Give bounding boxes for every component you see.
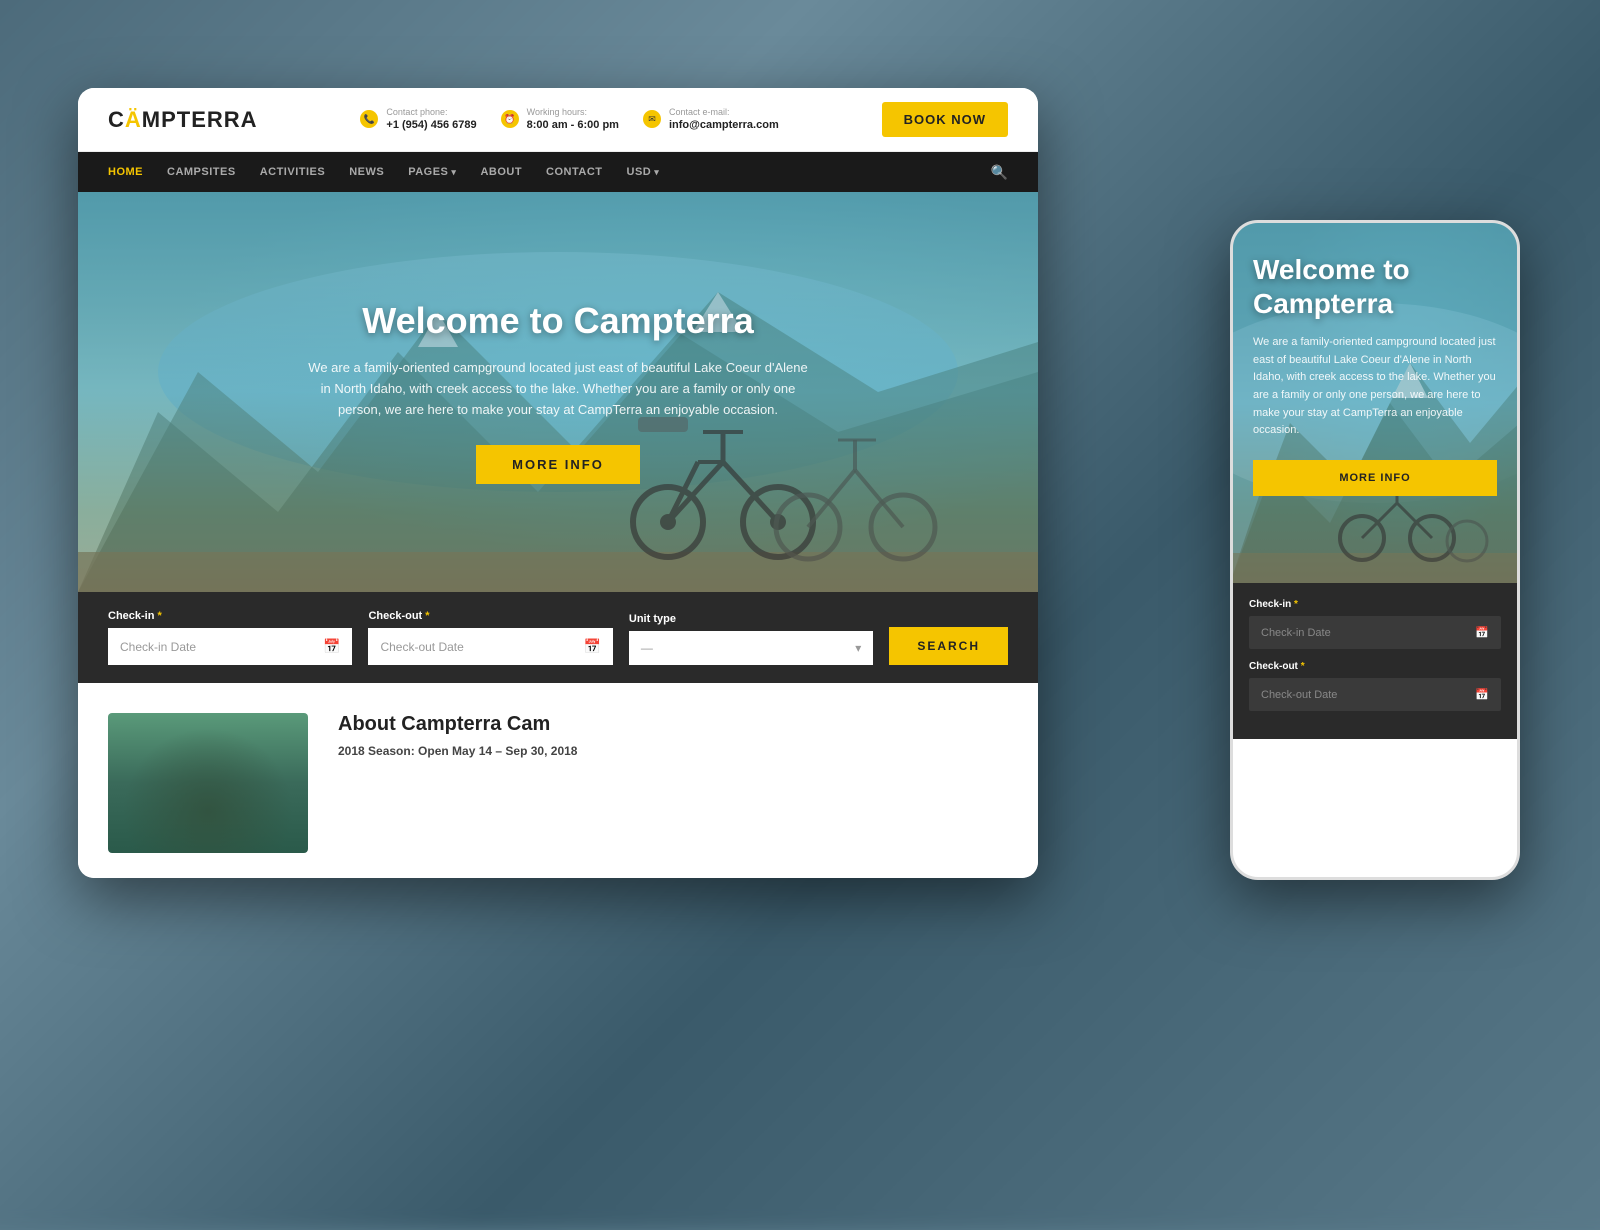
search-button[interactable]: SEARCH	[889, 627, 1008, 665]
unit-type-label: Unit type	[629, 613, 873, 625]
unit-type-arrow-icon: ▾	[855, 641, 861, 655]
site-header: CÄMPTERRA 📞 Contact phone: +1 (954) 456 …	[78, 88, 1038, 152]
unit-type-select[interactable]: — ▾	[629, 631, 873, 665]
mobile-checkin-placeholder: Check-in Date	[1261, 627, 1331, 639]
mobile-hero-title: Welcome to Campterra	[1253, 253, 1497, 320]
checkin-label: Check-in *	[108, 610, 352, 622]
nav-campsites[interactable]: CAMPSITES	[167, 154, 236, 190]
checkout-label: Check-out *	[368, 610, 612, 622]
unit-type-placeholder: —	[641, 641, 653, 655]
hours-label: Working hours:	[527, 107, 619, 119]
email-value: info@campterra.com	[669, 118, 779, 132]
nav-pages[interactable]: PAGES	[408, 154, 456, 190]
mobile-booking-bar: Check-in * Check-in Date 📅 Check-out * C…	[1233, 583, 1517, 739]
mobile-checkin-field: Check-in * Check-in Date 📅	[1249, 599, 1501, 649]
nav-contact[interactable]: CONTACT	[546, 154, 602, 190]
book-now-button[interactable]: BOOK NOW	[882, 102, 1008, 137]
mobile-hero-content: Welcome to Campterra We are a family-ori…	[1233, 223, 1517, 516]
about-section: About Campterra Cam 2018 Season: Open Ma…	[78, 683, 1038, 878]
mobile-checkout-input[interactable]: Check-out Date 📅	[1249, 678, 1501, 711]
mobile-checkout-field: Check-out * Check-out Date 📅	[1249, 661, 1501, 711]
checkin-field: Check-in * Check-in Date 📅	[108, 610, 352, 665]
about-title: About Campterra Cam	[338, 713, 577, 736]
phone-label: Contact phone:	[386, 107, 476, 119]
header-info: 📞 Contact phone: +1 (954) 456 6789 ⏰ Wor…	[360, 107, 778, 133]
hero-section: Welcome to Campterra We are a family-ori…	[78, 192, 1038, 592]
nav-home[interactable]: HOME	[108, 154, 143, 190]
phone-info-text: Contact phone: +1 (954) 456 6789	[386, 107, 476, 133]
checkout-input[interactable]: Check-out Date 📅	[368, 628, 612, 665]
mobile-checkout-placeholder: Check-out Date	[1261, 689, 1337, 701]
mobile-checkout-calendar-icon: 📅	[1475, 688, 1489, 701]
checkout-calendar-icon: 📅	[583, 638, 600, 655]
about-image	[108, 713, 308, 853]
booking-bar: Check-in * Check-in Date 📅 Check-out * C…	[78, 592, 1038, 683]
checkout-placeholder: Check-out Date	[380, 640, 463, 654]
hours-info-text: Working hours: 8:00 am - 6:00 pm	[527, 107, 619, 133]
contact-email-item: ✉ Contact e-mail: info@campterra.com	[643, 107, 779, 133]
checkin-placeholder: Check-in Date	[120, 640, 196, 654]
about-season: 2018 Season: Open May 14 – Sep 30, 2018	[338, 744, 577, 758]
checkin-calendar-icon: 📅	[323, 638, 340, 655]
desktop-mockup: CÄMPTERRA 📞 Contact phone: +1 (954) 456 …	[78, 88, 1038, 878]
nav-activities[interactable]: ACTIVITIES	[260, 154, 326, 190]
working-hours-item: ⏰ Working hours: 8:00 am - 6:00 pm	[501, 107, 619, 133]
mobile-hero-section: Welcome to Campterra We are a family-ori…	[1233, 223, 1517, 583]
checkin-input[interactable]: Check-in Date 📅	[108, 628, 352, 665]
hours-value: 8:00 am - 6:00 pm	[527, 118, 619, 132]
about-content: About Campterra Cam 2018 Season: Open Ma…	[338, 713, 577, 853]
nav-about[interactable]: ABOUT	[480, 154, 522, 190]
unit-type-field: Unit type — ▾	[629, 613, 873, 665]
mobile-hero-description: We are a family-oriented campground loca…	[1253, 334, 1497, 440]
hero-title: Welcome to Campterra	[308, 300, 808, 342]
mobile-checkin-label: Check-in *	[1249, 599, 1501, 610]
email-icon: ✉	[643, 110, 661, 128]
nav-usd[interactable]: USD	[627, 154, 660, 190]
mobile-hero-cta-button[interactable]: MORE INFO	[1253, 460, 1497, 496]
mobile-checkin-calendar-icon: 📅	[1475, 626, 1489, 639]
mobile-checkout-label: Check-out *	[1249, 661, 1501, 672]
site-nav: HOME CAMPSITES ACTIVITIES NEWS PAGES ABO…	[78, 152, 1038, 192]
email-label: Contact e-mail:	[669, 107, 779, 119]
clock-icon: ⏰	[501, 110, 519, 128]
mobile-checkin-input[interactable]: Check-in Date 📅	[1249, 616, 1501, 649]
checkout-field: Check-out * Check-out Date 📅	[368, 610, 612, 665]
hero-content: Welcome to Campterra We are a family-ori…	[308, 300, 808, 483]
hero-cta-button[interactable]: MORE INFO	[476, 445, 640, 484]
hero-description: We are a family-oriented campground loca…	[308, 358, 808, 420]
logo-accent: Ä	[125, 107, 142, 132]
about-image-inner	[108, 713, 308, 853]
logo: CÄMPTERRA	[108, 107, 258, 133]
contact-phone-item: 📞 Contact phone: +1 (954) 456 6789	[360, 107, 476, 133]
search-icon[interactable]: 🔍	[991, 164, 1008, 181]
phone-icon: 📞	[360, 110, 378, 128]
mobile-mockup: Welcome to Campterra We are a family-ori…	[1230, 220, 1520, 880]
email-info-text: Contact e-mail: info@campterra.com	[669, 107, 779, 133]
phone-value: +1 (954) 456 6789	[386, 118, 476, 132]
nav-news[interactable]: NEWS	[349, 154, 384, 190]
